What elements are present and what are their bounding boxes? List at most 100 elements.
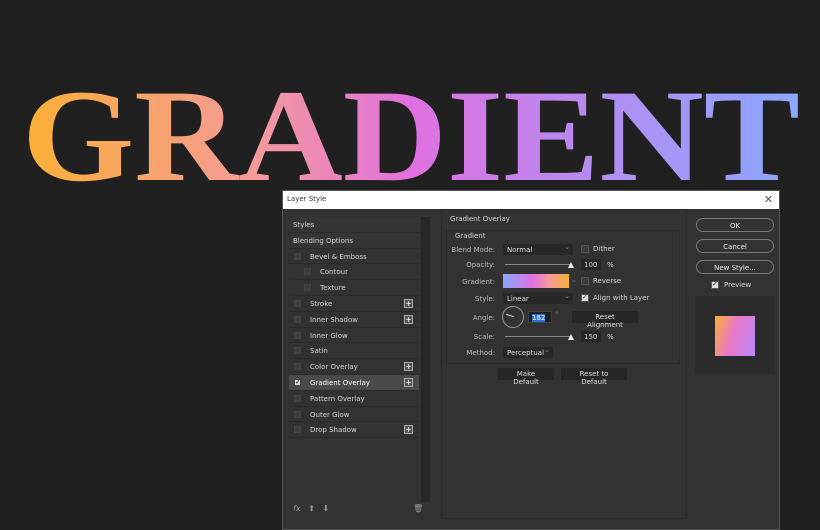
gradient-dropdown-icon[interactable]: ⌄ — [571, 276, 577, 284]
style-item[interactable]: Inner Shadow + — [289, 312, 419, 328]
blend-mode-label: Blend Mode: — [451, 246, 495, 254]
move-down-icon[interactable]: ⬇ — [323, 504, 330, 513]
add-icon[interactable]: + — [404, 377, 413, 387]
ok-button[interactable]: OK — [696, 218, 774, 232]
add-icon[interactable]: + — [404, 425, 413, 435]
styles-scrollbar[interactable] — [421, 217, 430, 502]
style-item-label: Gradient Overlay — [310, 378, 370, 387]
dialog-title-bar[interactable]: Layer Style ✕ — [283, 191, 779, 209]
style-item-label: Satin — [310, 347, 328, 356]
degree-symbol: ° — [555, 311, 559, 319]
reverse-label: Reverse — [593, 277, 622, 285]
style-item-label: Texture — [320, 284, 346, 293]
styles-list: Styles Blending Options Bevel & Emboss Cont… — [289, 217, 419, 517]
style-item[interactable]: Bevel & Emboss — [289, 249, 419, 265]
style-checkbox[interactable] — [294, 331, 301, 339]
style-item-label: Stroke — [310, 299, 333, 308]
scale-unit: % — [607, 333, 614, 341]
new-style-button[interactable]: New Style... — [696, 260, 774, 274]
preview-checkbox[interactable] — [711, 280, 719, 289]
style-checkbox[interactable] — [294, 394, 301, 402]
section-title: Gradient Overlay — [450, 215, 510, 223]
style-item-label: Drop Shadow — [310, 426, 357, 435]
blend-mode-select[interactable]: Normal — [503, 243, 573, 255]
style-checkbox[interactable] — [294, 299, 301, 307]
group-title: Gradient — [455, 232, 486, 240]
style-item[interactable]: Blending Options — [289, 232, 419, 249]
trash-icon[interactable]: 🗑 — [413, 504, 423, 513]
style-item[interactable]: Outer Glow — [289, 407, 419, 423]
style-item-label: Blending Options — [293, 236, 353, 245]
style-checkbox[interactable] — [294, 363, 301, 371]
close-icon[interactable]: ✕ — [764, 193, 773, 206]
style-item-label: Styles — [293, 221, 315, 229]
style-item[interactable]: Gradient Overlay + — [289, 374, 419, 391]
style-item[interactable]: Contour — [289, 264, 419, 281]
style-checkbox[interactable] — [294, 347, 301, 355]
cancel-button[interactable]: Cancel — [696, 239, 774, 253]
make-default-button[interactable]: Make Default — [498, 368, 554, 386]
reverse-checkbox[interactable] — [581, 277, 589, 285]
layer-style-dialog: Layer Style ✕ Styles Blending Options Bevel… — [282, 190, 780, 530]
style-select[interactable]: Linear — [503, 292, 573, 304]
dither-checkbox[interactable] — [581, 245, 589, 253]
style-checkbox[interactable] — [294, 315, 301, 323]
style-checkbox[interactable] — [304, 268, 311, 276]
style-item[interactable]: Styles — [289, 217, 419, 233]
scale-slider-thumb[interactable] — [568, 334, 574, 340]
style-item[interactable]: Drop Shadow + — [289, 422, 419, 439]
align-with-layer-label: Align with Layer — [593, 294, 650, 302]
style-item-label: Inner Glow — [310, 331, 348, 340]
dither-label: Dither — [593, 245, 615, 253]
style-label: Style: — [475, 295, 495, 303]
list-footer: fx ⬆ ⬇ 🗑 — [293, 504, 423, 513]
gradient-title-text: GRADIENT — [22, 62, 800, 200]
style-item[interactable]: Pattern Overlay — [289, 391, 419, 407]
style-checkbox[interactable] — [294, 410, 301, 418]
style-item-label: Outer Glow — [310, 410, 350, 419]
method-select[interactable]: Perceptual — [503, 346, 553, 358]
opacity-input[interactable]: 100 — [581, 259, 601, 270]
preview-swatch — [715, 316, 755, 356]
opacity-unit: % — [607, 261, 614, 269]
gradient-overlay-panel: Gradient Overlay Gradient Blend Mode: No… — [441, 209, 687, 519]
add-icon[interactable]: + — [404, 362, 413, 372]
gradient-swatch[interactable] — [503, 274, 569, 288]
align-with-layer-checkbox[interactable] — [581, 293, 589, 302]
style-item-label: Inner Shadow — [310, 315, 358, 324]
style-item-label: Bevel & Emboss — [310, 252, 367, 261]
angle-dial[interactable] — [502, 306, 524, 328]
style-item[interactable]: Stroke + — [289, 296, 419, 312]
style-checkbox[interactable] — [294, 426, 301, 434]
svg-text:GRADIENT: GRADIENT — [22, 62, 800, 200]
style-checkbox[interactable] — [294, 252, 301, 260]
style-item-label: Color Overlay — [310, 363, 358, 372]
reset-alignment-button[interactable]: Reset Alignment — [572, 311, 638, 329]
add-icon[interactable]: + — [404, 298, 413, 308]
angle-input[interactable]: 162 — [532, 314, 546, 322]
fx-icon[interactable]: fx — [293, 504, 301, 513]
style-item[interactable]: Color Overlay + — [289, 359, 419, 375]
style-item[interactable]: Satin — [289, 343, 419, 360]
style-item-label: Contour — [320, 268, 348, 277]
style-item[interactable]: Inner Glow — [289, 328, 419, 344]
gradient-group: Gradient Blend Mode: Normal Dither Opaci… — [446, 230, 680, 364]
opacity-slider[interactable] — [505, 264, 571, 265]
preview-thumbnail — [695, 296, 775, 374]
style-item[interactable]: Texture — [289, 280, 419, 296]
add-icon[interactable]: + — [404, 314, 413, 324]
scale-slider[interactable] — [505, 336, 571, 337]
style-checkbox[interactable] — [294, 378, 301, 386]
move-up-icon[interactable]: ⬆ — [308, 504, 315, 513]
reset-to-default-button[interactable]: Reset to Default — [561, 368, 627, 386]
gradient-label: Gradient: — [462, 278, 495, 286]
style-item-label: Pattern Overlay — [310, 394, 365, 403]
style-checkbox[interactable] — [304, 284, 311, 292]
dialog-title: Layer Style — [287, 195, 327, 203]
scale-input[interactable]: 150 — [581, 331, 601, 342]
preview-label: Preview — [724, 281, 752, 289]
method-label: Method: — [466, 349, 495, 357]
opacity-slider-thumb[interactable] — [568, 262, 574, 268]
scale-label: Scale: — [473, 333, 495, 341]
angle-label: Angle: — [472, 314, 495, 322]
